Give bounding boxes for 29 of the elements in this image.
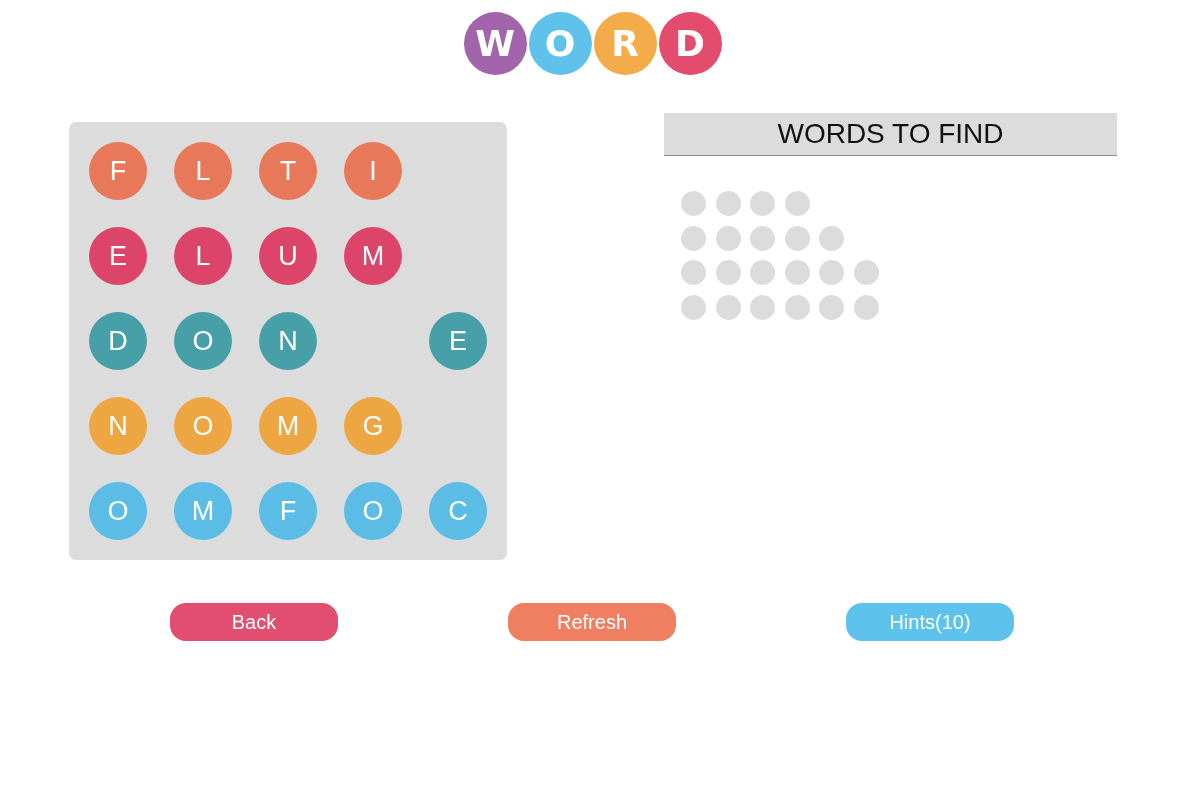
game-button[interactable]: Refresh	[508, 603, 676, 641]
letter-tile[interactable]: C	[429, 482, 487, 540]
letter-tile[interactable]: M	[344, 227, 402, 285]
letter-tile[interactable]: L	[174, 142, 232, 200]
logo-letter: W	[463, 12, 527, 75]
letter-tile[interactable]: E	[89, 227, 147, 285]
letter-tile[interactable]: M	[174, 482, 232, 540]
letter-tile[interactable]: F	[259, 482, 317, 540]
game-button[interactable]: Back	[170, 603, 338, 641]
letter-tile[interactable]: N	[259, 312, 317, 370]
letter-tile[interactable]: T	[259, 142, 317, 200]
letter-tile[interactable]: O	[344, 482, 402, 540]
letter-tile[interactable]: L	[174, 227, 232, 285]
letter-tile[interactable]: F	[89, 142, 147, 200]
letter-tile[interactable]: E	[429, 312, 487, 370]
letter-tile[interactable]: O	[174, 397, 232, 455]
letter-tile[interactable]: O	[89, 482, 147, 540]
logo-letter: R	[593, 12, 657, 75]
logo-letter: O	[528, 12, 592, 75]
letter-tile[interactable]: I	[344, 142, 402, 200]
letter-tile[interactable]: O	[174, 312, 232, 370]
logo-letter: D	[658, 12, 722, 75]
words-panel-header: WORDS TO FIND	[664, 113, 1117, 156]
letter-tile[interactable]: M	[259, 397, 317, 455]
letter-tile[interactable]: U	[259, 227, 317, 285]
letter-tile[interactable]: G	[344, 397, 402, 455]
letter-tile[interactable]: D	[89, 312, 147, 370]
game-button[interactable]: Hints(10)	[846, 603, 1014, 641]
letter-tile[interactable]: N	[89, 397, 147, 455]
